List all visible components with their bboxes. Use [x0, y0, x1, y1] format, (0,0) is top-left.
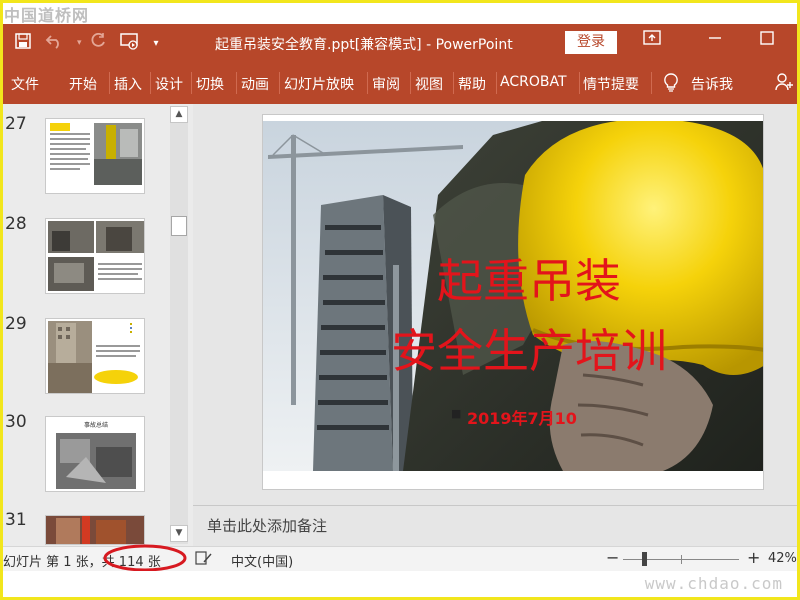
- slide-number: 27: [5, 114, 27, 134]
- tab-divider: [367, 72, 368, 94]
- slide-thumbnail-31[interactable]: [45, 515, 145, 545]
- chevron-down-icon[interactable]: ▾: [77, 38, 82, 48]
- slide-number: 28: [5, 214, 27, 234]
- tab-divider: [651, 72, 652, 94]
- document-title: 起重吊装安全教育.ppt[兼容模式] - PowerPoint: [215, 37, 513, 53]
- bottom-strip: www.chdao.com: [3, 571, 797, 597]
- scrollbar-thumb[interactable]: [171, 216, 187, 236]
- tab-storyboarding[interactable]: 情节提要: [583, 74, 639, 94]
- maximize-icon[interactable]: [759, 30, 775, 51]
- tab-divider: [109, 72, 110, 94]
- save-icon[interactable]: [15, 33, 31, 53]
- tab-help[interactable]: 帮助: [458, 74, 486, 94]
- zoom-in-button[interactable]: +: [747, 548, 760, 567]
- tab-acrobat[interactable]: ACROBAT: [500, 74, 567, 90]
- tab-view[interactable]: 视图: [415, 74, 443, 94]
- slide-number: 30: [5, 412, 27, 432]
- status-bar: 幻灯片 第 1 张，共 114 张 中文(中国) − + 42%: [3, 544, 797, 572]
- zoom-level[interactable]: 42%: [768, 551, 797, 566]
- present-from-start-icon[interactable]: [119, 32, 140, 54]
- notes-placeholder[interactable]: 单击此处添加备注: [207, 515, 327, 536]
- login-button[interactable]: 登录: [565, 31, 617, 54]
- redo-icon[interactable]: [90, 32, 106, 53]
- thumbnail-scrollbar[interactable]: ▲ ▼: [170, 106, 188, 544]
- bullet-icon: ■: [451, 407, 462, 420]
- slide-thumbnail-28[interactable]: [45, 218, 145, 294]
- tab-design[interactable]: 设计: [155, 74, 183, 94]
- tab-divider: [579, 72, 580, 94]
- notes-toggle-icon[interactable]: [195, 550, 213, 570]
- lightbulb-icon[interactable]: [663, 72, 679, 96]
- scroll-up-icon[interactable]: ▲: [170, 106, 188, 123]
- tab-review[interactable]: 审阅: [372, 74, 400, 94]
- tab-transitions[interactable]: 切换: [196, 74, 224, 94]
- minimize-icon[interactable]: [707, 28, 723, 49]
- slide-title-line-1[interactable]: 起重吊装: [263, 253, 763, 309]
- tab-divider: [496, 72, 497, 94]
- slide-thumbnail-30[interactable]: 事故总结: [45, 416, 145, 492]
- highlight-circle-arc: [103, 544, 187, 572]
- tab-divider: [236, 72, 237, 94]
- title-bar: ▾ ▾ 起重吊装安全教育.ppt[兼容模式] - PowerPoint 登录: [3, 24, 797, 62]
- tab-insert[interactable]: 插入: [114, 74, 142, 94]
- quick-access-toolbar: ▾ ▾: [15, 24, 173, 62]
- watermark-logo: 中国道桥网: [4, 6, 90, 25]
- tell-me-search[interactable]: 告诉我: [691, 74, 733, 94]
- slide-number: 31: [5, 510, 27, 530]
- zoom-out-button[interactable]: −: [606, 548, 619, 567]
- watermark-url: www.chdao.com: [644, 574, 783, 593]
- tab-slideshow[interactable]: 幻灯片放映: [284, 74, 354, 94]
- tab-divider: [191, 72, 192, 94]
- tab-divider: [279, 72, 280, 94]
- undo-icon[interactable]: [45, 33, 63, 53]
- slide-number: 29: [5, 314, 27, 334]
- current-slide[interactable]: 起重吊装 安全生产培训 ■ 2019年7月10: [262, 114, 764, 490]
- tab-divider: [410, 72, 411, 94]
- scroll-down-icon[interactable]: ▼: [170, 525, 188, 542]
- tab-home[interactable]: 开始: [69, 74, 97, 94]
- slide-date-bullet[interactable]: 2019年7月10: [467, 405, 577, 429]
- tab-file[interactable]: 文件: [11, 74, 39, 94]
- tab-divider: [453, 72, 454, 94]
- ribbon-tabs: 文件 开始 插入 设计 切换 动画 幻灯片放映 审阅 视图 帮助 ACROBAT…: [3, 62, 797, 104]
- slide-thumbnail-29[interactable]: [45, 318, 145, 394]
- slide-title-line-2[interactable]: 安全生产培训: [263, 323, 763, 379]
- ribbon-display-options-icon[interactable]: [643, 30, 661, 51]
- tab-animations[interactable]: 动画: [241, 74, 269, 94]
- customize-qat-icon[interactable]: ▾: [154, 38, 159, 49]
- zoom-slider-center-mark: [681, 555, 682, 564]
- notes-pane[interactable]: 单击此处添加备注: [193, 505, 797, 546]
- language-indicator[interactable]: 中文(中国): [231, 551, 293, 570]
- slide-thumbnail-27[interactable]: [45, 118, 145, 194]
- tab-divider: [150, 72, 151, 94]
- share-user-icon[interactable]: [775, 72, 793, 96]
- zoom-slider-thumb[interactable]: [642, 552, 647, 566]
